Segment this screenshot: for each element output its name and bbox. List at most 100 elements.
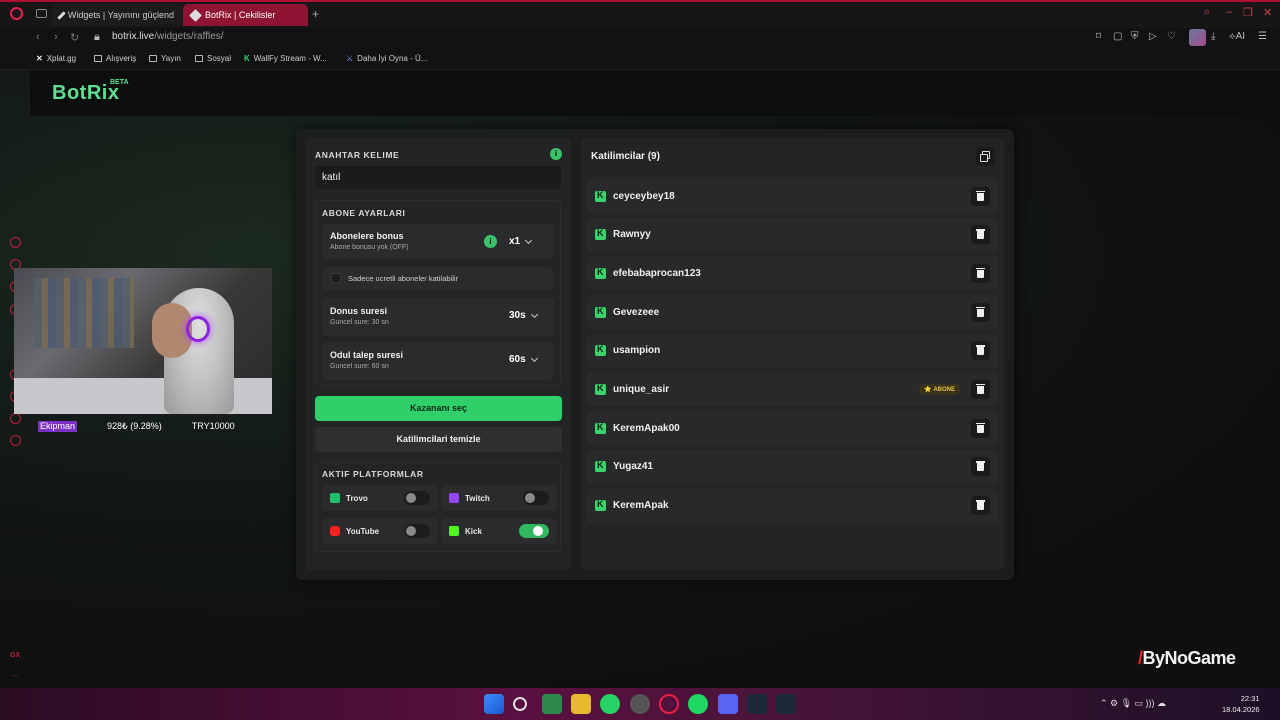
system-tray[interactable]: ⌃ ⚙ 🎙︎ ▭ ))) ☁: [1100, 698, 1166, 709]
info-icon[interactable]: i: [550, 148, 562, 160]
folder-icon: [94, 55, 102, 62]
pick-winner-button[interactable]: Kazananı seç: [315, 396, 562, 421]
heart-icon[interactable]: ♡: [1167, 31, 1176, 42]
kick-icon: [595, 267, 606, 279]
sidebar-icon[interactable]: [10, 413, 21, 424]
beta-badge: BETA: [110, 79, 129, 86]
twitch-icon: [449, 493, 459, 503]
kick-toggle[interactable]: [519, 524, 549, 538]
maximize-icon[interactable]: ❐: [1243, 6, 1253, 19]
platform-trovo: Trovo: [322, 485, 438, 511]
kick-icon: [595, 383, 606, 395]
opera-gx-icon[interactable]: [659, 694, 679, 714]
file-explorer-icon[interactable]: [571, 694, 591, 714]
reload-icon[interactable]: ↻: [70, 31, 79, 44]
delete-participant-button[interactable]: [971, 341, 990, 361]
bookmark-daha-iyi-oyna[interactable]: ⚔ Daha İyi Oyna - Ü...: [346, 54, 427, 63]
delete-participant-button[interactable]: [971, 225, 990, 245]
bookmark-sosyal[interactable]: Sosyal: [195, 54, 231, 63]
settings-icon[interactable]: [10, 435, 21, 446]
opera-menu-icon[interactable]: [10, 7, 23, 20]
goal-target: TRY10000: [191, 421, 235, 431]
workspaces-icon[interactable]: [36, 9, 47, 18]
botrix-favicon-icon: [189, 8, 202, 22]
bookmark-icon[interactable]: ⌑: [1096, 31, 1101, 42]
youtube-toggle[interactable]: [404, 524, 430, 538]
search-icon[interactable]: [513, 697, 527, 711]
participant-name: usampion: [613, 345, 661, 357]
keyword-input[interactable]: katıl: [315, 166, 561, 189]
whatsapp-icon[interactable]: [600, 694, 620, 714]
obs-icon[interactable]: [630, 694, 650, 714]
profile-avatar[interactable]: [1189, 29, 1206, 46]
bookmark-wallfy[interactable]: K WallFy Stream - W...: [244, 54, 327, 63]
bookmarks-bar: [0, 48, 1280, 70]
info-icon[interactable]: i: [484, 235, 497, 248]
delete-participant-button[interactable]: [971, 263, 990, 283]
delete-participant-button[interactable]: [971, 457, 990, 477]
bookmark-yayin[interactable]: Yayın: [149, 54, 181, 63]
taskbar-clock[interactable]: 22:31 18.04.2026: [1222, 693, 1260, 715]
subscriber-bonus-status: Abone bonusu yok (OFF): [330, 244, 409, 251]
claim-current: Guncel sure: 60 sn: [330, 363, 389, 370]
gx-icon[interactable]: GX: [10, 652, 20, 659]
clear-participants-button[interactable]: Katilimcilari temizle: [315, 427, 562, 452]
new-tab-button[interactable]: +: [312, 7, 319, 21]
webcam-overlay: [14, 268, 272, 414]
goal-label: Ekipman: [38, 421, 78, 432]
subscriber-bonus-select[interactable]: x1: [509, 236, 533, 247]
bookmark-alisveris[interactable]: Alışveriş: [94, 54, 136, 63]
delete-participant-button[interactable]: [971, 418, 990, 438]
active-platforms-title: AKTIF PLATFORMLAR: [322, 469, 424, 479]
webcam-shelf: [34, 278, 134, 348]
search-icon[interactable]: ⌕: [1204, 6, 1210, 19]
minimize-icon[interactable]: –: [1226, 6, 1232, 18]
snapshot-icon[interactable]: ▢: [1113, 31, 1122, 42]
url-field[interactable]: botrix.live/widgets/raffles/: [112, 31, 224, 42]
participant-row: usampion: [587, 333, 998, 368]
download-icon[interactable]: ⤓: [1211, 31, 1215, 42]
trovo-toggle[interactable]: [404, 491, 430, 505]
app-icon[interactable]: [542, 694, 562, 714]
donation-goal-bar: Ekipman 928₺ (9.28%) TRY10000: [38, 421, 268, 432]
steam-icon[interactable]: [776, 694, 796, 714]
claim-select[interactable]: 60s: [509, 354, 538, 365]
shield-icon[interactable]: ⛨: [1131, 31, 1139, 42]
spotify-icon[interactable]: [688, 694, 708, 714]
participant-name: efebabaprocan123: [613, 267, 701, 279]
duration-select[interactable]: 30s: [509, 310, 538, 321]
bookmark-xplat[interactable]: ✕ Xplat.gg: [36, 54, 76, 63]
forward-icon[interactable]: ›: [54, 31, 58, 43]
kick-icon: K: [244, 54, 250, 63]
tab-widgets[interactable]: Widgets | Yayınını güçlend: [52, 4, 182, 26]
chevron-down-icon: [530, 310, 538, 318]
windows-start-icon[interactable]: [484, 694, 504, 714]
copy-button[interactable]: [976, 147, 995, 166]
site-header: [30, 70, 1280, 116]
steam-icon[interactable]: [747, 694, 767, 714]
youtube-icon: [330, 526, 340, 536]
participant-row: Gevezeee: [587, 295, 998, 330]
participant-name: Yugaz41: [613, 461, 654, 473]
paid-only-label: Sadece ucretli aboneler katilabilir: [348, 274, 459, 283]
xplat-icon: ✕: [36, 54, 43, 63]
sidebar-icon[interactable]: [10, 237, 21, 248]
twitch-toggle[interactable]: [523, 491, 549, 505]
delete-participant-button[interactable]: [971, 302, 990, 322]
participant-list: ceyceybey18 Rawnyy efebabaprocan123 Gevezee…: [587, 179, 998, 527]
kick-icon: [595, 344, 606, 357]
paid-only-checkbox[interactable]: [331, 273, 341, 283]
delete-participant-button[interactable]: [971, 496, 990, 515]
folder-icon: [149, 55, 157, 62]
delete-participant-button[interactable]: [971, 186, 990, 206]
discord-icon[interactable]: [718, 694, 738, 714]
back-icon[interactable]: ‹: [36, 31, 40, 43]
menu-icon[interactable]: ☰: [1258, 31, 1267, 42]
ai-icon[interactable]: ⟡AI: [1229, 31, 1245, 42]
close-icon[interactable]: ✕: [1263, 6, 1272, 19]
more-icon[interactable]: ···: [11, 671, 19, 680]
delete-participant-button[interactable]: [971, 379, 990, 399]
play-icon[interactable]: ▷: [1149, 31, 1157, 42]
participants-title: Katilimcilar (9): [591, 151, 660, 162]
tab-botrix-raffles[interactable]: BotRix | Cekilisler: [183, 4, 308, 26]
